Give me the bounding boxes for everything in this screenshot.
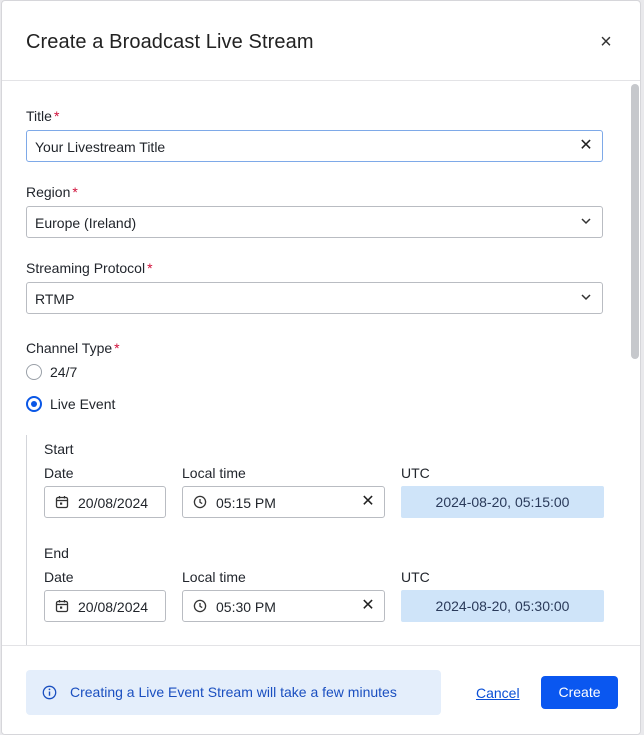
end-time-value: 05:30 PM [216, 599, 276, 615]
clear-time-icon[interactable]: ✕ [360, 492, 376, 512]
info-icon [42, 685, 57, 700]
radio-label: Live Event [50, 396, 116, 412]
clock-icon [193, 495, 207, 509]
region-select-value: Europe (Ireland) [35, 215, 137, 231]
start-date-label: Date [44, 465, 74, 481]
radio-button[interactable] [26, 364, 42, 380]
chevron-down-icon[interactable] [578, 288, 594, 308]
end-date-label: Date [44, 569, 74, 585]
scrollbar-thumb[interactable] [631, 84, 639, 359]
create-stream-dialog: Create a Broadcast Live Stream × Title * … [1, 0, 641, 735]
start-time-input[interactable]: 05:15 PM ✕ [182, 486, 385, 518]
region-label: Region * [26, 184, 78, 200]
protocol-select-value: RTMP [35, 291, 75, 307]
required-mark: * [114, 340, 120, 356]
cancel-button[interactable]: Cancel [476, 685, 520, 701]
protocol-label-text: Streaming Protocol [26, 260, 146, 276]
notice-text: Creating a Live Event Stream will take a… [70, 684, 397, 700]
radio-button-selected[interactable] [26, 396, 42, 412]
end-utc-value: 2024-08-20, 05:30:00 [401, 590, 604, 622]
start-time-value: 05:15 PM [216, 495, 276, 511]
end-time-input[interactable]: 05:30 PM ✕ [182, 590, 385, 622]
title-input-value: Your Livestream Title [35, 139, 166, 155]
dialog-header: Create a Broadcast Live Stream × [2, 1, 640, 81]
end-utc-label: UTC [401, 569, 430, 585]
schedule-section: Start Date Local time UTC 20/08/2024 05:… [26, 435, 606, 645]
channel-type-label-text: Channel Type [26, 340, 113, 356]
region-label-text: Region [26, 184, 71, 200]
clock-icon [193, 599, 207, 613]
title-label: Title * [26, 108, 59, 124]
create-button[interactable]: Create [541, 676, 618, 709]
end-heading: End [44, 545, 69, 561]
start-date-input[interactable]: 20/08/2024 [44, 486, 166, 518]
title-input[interactable]: Your Livestream Title ✕ [26, 130, 603, 162]
dialog-title: Create a Broadcast Live Stream [26, 31, 314, 53]
calendar-icon [55, 600, 69, 613]
radio-label: 24/7 [50, 364, 78, 380]
clear-time-icon[interactable]: ✕ [360, 596, 376, 616]
calendar-icon [55, 496, 69, 509]
title-label-text: Title [26, 108, 52, 124]
start-heading: Start [44, 441, 74, 457]
chevron-down-icon[interactable] [578, 212, 594, 232]
region-select[interactable]: Europe (Ireland) [26, 206, 603, 238]
end-date-value: 20/08/2024 [78, 599, 149, 615]
close-icon[interactable]: × [596, 31, 616, 53]
dialog-footer: Creating a Live Event Stream will take a… [2, 645, 640, 734]
end-date-input[interactable]: 20/08/2024 [44, 590, 166, 622]
protocol-select[interactable]: RTMP [26, 282, 603, 314]
start-utc-value: 2024-08-20, 05:15:00 [401, 486, 604, 518]
protocol-label: Streaming Protocol * [26, 260, 153, 276]
required-mark: * [72, 184, 78, 200]
required-mark: * [53, 108, 60, 124]
channel-type-label: Channel Type * [26, 340, 120, 356]
end-time-label: Local time [182, 569, 246, 585]
info-notice: Creating a Live Event Stream will take a… [26, 670, 441, 715]
dialog-body: Title * Your Livestream Title ✕ Region * E… [2, 82, 640, 645]
start-date-value: 20/08/2024 [78, 495, 149, 511]
start-time-label: Local time [182, 465, 246, 481]
required-mark: * [147, 260, 153, 276]
clear-title-icon[interactable]: ✕ [578, 136, 594, 156]
start-utc-label: UTC [401, 465, 430, 481]
